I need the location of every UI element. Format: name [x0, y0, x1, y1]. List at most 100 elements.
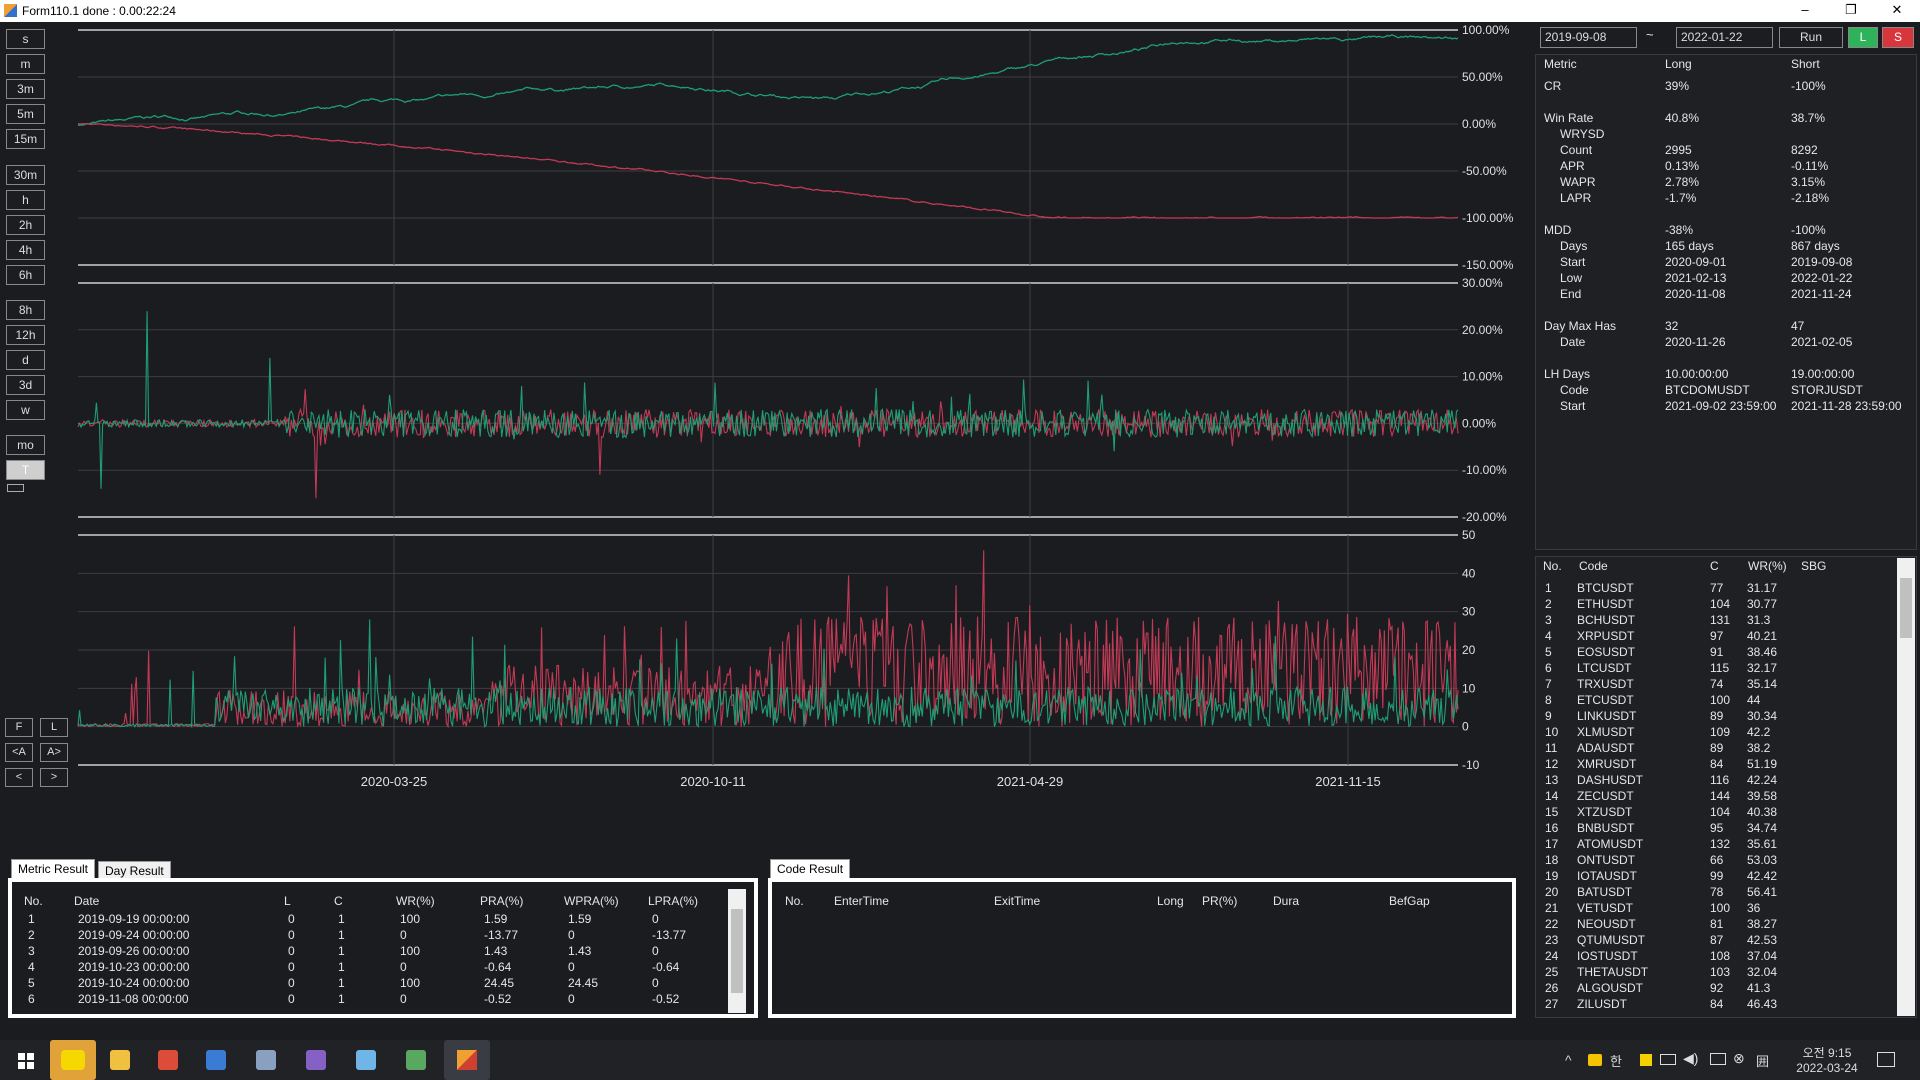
tab-metric-result[interactable]: Metric Result [11, 859, 96, 879]
code-list-row[interactable]: 18 ONTUSDT 66 53.03 [1536, 853, 1906, 869]
code-cell: 46.43 [1747, 997, 1778, 1011]
notepad-icon[interactable] [350, 1044, 382, 1076]
minimize-button[interactable]: – [1782, 0, 1828, 22]
code-list-row[interactable]: 2 ETHUSDT 104 30.77 [1536, 597, 1906, 613]
remote-desktop-icon[interactable] [200, 1044, 232, 1076]
code-cell: BNBUSDT [1577, 821, 1635, 835]
computer-icon[interactable] [250, 1044, 282, 1076]
code-cell: 42.42 [1747, 869, 1778, 883]
code-list-row[interactable]: 3 BCHUSDT 131 31.3 [1536, 613, 1906, 629]
table-cell: 2019-10-24 00:00:00 [78, 976, 190, 990]
code-list-row[interactable]: 10 XLMUSDT 109 42.2 [1536, 725, 1906, 741]
table-cell: 6 [28, 992, 35, 1006]
window-title: Form110.1 done : 0.00:22:24 [22, 4, 176, 18]
language-icon[interactable]: 囲 [1756, 1051, 1769, 1070]
table-row[interactable]: 6 2019-11-08 00:00:00 0 1 0 -0.52 0 -0.52 [12, 992, 754, 1008]
code-list-row[interactable]: 4 XRPUSDT 97 40.21 [1536, 629, 1906, 645]
code-list-row[interactable]: 9 LINKUSDT 89 30.34 [1536, 709, 1906, 725]
code-cell: ATOMUSDT [1577, 837, 1644, 851]
code-cell: LTCUSDT [1577, 661, 1632, 675]
code-list-panel[interactable]: No. Code C WR(%) SBG 1 BTCUSDT 77 31.17 2 ETHUSDT 1… [1535, 556, 1917, 1018]
table-row[interactable]: 4 2019-10-23 00:00:00 0 1 0 -0.64 0 -0.64 [12, 960, 754, 976]
code-cell: 100 [1710, 693, 1731, 707]
metric-row: Start 2021-09-02 23:59:00 2021-11-28 23:59… [1536, 399, 1916, 415]
app-icon [4, 4, 17, 17]
code-list-row[interactable]: 23 QTUMUSDT 87 42.53 [1536, 933, 1906, 949]
column-header: BefGap [1389, 894, 1430, 908]
code-list-scrollbar[interactable] [1897, 558, 1915, 1016]
column-header: No. [24, 894, 43, 908]
code-cell: 14 [1545, 789, 1559, 803]
code-list-row[interactable]: 26 ALGOUSDT 92 41.3 [1536, 981, 1906, 997]
close-button[interactable]: ✕ [1874, 0, 1920, 22]
chrome-icon[interactable] [152, 1044, 184, 1076]
code-list-row[interactable]: 13 DASHUSDT 116 42.24 [1536, 773, 1906, 789]
metric-short-value: 867 days [1791, 239, 1840, 253]
code-list-row[interactable]: 16 BNBUSDT 95 34.74 [1536, 821, 1906, 837]
table-cell: -13.77 [484, 928, 519, 942]
code-list-row[interactable]: 8 ETCUSDT 100 44 [1536, 693, 1906, 709]
battery-icon[interactable] [1660, 1054, 1676, 1065]
code-list-row[interactable]: 7 TRXUSDT 74 35.14 [1536, 677, 1906, 693]
table-row[interactable]: 1 2019-09-19 00:00:00 0 1 100 1.59 1.59 0 [12, 912, 754, 928]
notes-tray-icon[interactable] [1640, 1054, 1652, 1066]
code-list-row[interactable]: 11 ADAUSDT 89 38.2 [1536, 741, 1906, 757]
code-cell: 97 [1710, 629, 1724, 643]
status-icon[interactable]: ⊗ [1733, 1050, 1745, 1067]
code-cell: XLMUSDT [1577, 725, 1635, 739]
kakaotalk-icon[interactable] [50, 1040, 96, 1080]
end-date-input[interactable]: 2022-01-22 [1676, 27, 1773, 48]
y-tick-label: 0.00% [1462, 117, 1496, 131]
tab-code-result[interactable]: Code Result [770, 859, 851, 879]
volume-icon[interactable]: ◀) [1683, 1050, 1698, 1067]
network-icon[interactable] [1710, 1053, 1726, 1065]
code-result-grid[interactable]: No. EnterTime ExitTime Long PR(%) Dura BefGap [768, 878, 1516, 1018]
code-list-row[interactable]: 22 NEOUSDT 81 38.27 [1536, 917, 1906, 933]
code-list-row[interactable]: 5 EOSUSDT 91 38.46 [1536, 645, 1906, 661]
form-app-icon[interactable] [444, 1040, 490, 1080]
kakaotalk-tray-icon[interactable] [1588, 1054, 1602, 1066]
code-list-header-cell: No. [1543, 559, 1562, 573]
visual-studio-icon[interactable] [300, 1044, 332, 1076]
code-cell: 24 [1545, 949, 1559, 963]
code-cell: 92 [1710, 981, 1724, 995]
code-list-row[interactable]: 19 IOTAUSDT 99 42.42 [1536, 869, 1906, 885]
table-row[interactable]: 3 2019-09-26 00:00:00 0 1 100 1.43 1.43 0 [12, 944, 754, 960]
metric-result-scrollbar[interactable] [728, 889, 746, 1013]
daily-return-chart: 30.00% 20.00% 10.00% 0.00% -10.00% -20.00% [77, 276, 1507, 524]
code-list-row[interactable]: 27 ZILUSDT 84 46.43 [1536, 997, 1906, 1013]
tray-chevron-icon[interactable]: ^ [1565, 1052, 1572, 1068]
clock-date[interactable]: 2022-03-24 [1790, 1061, 1864, 1075]
y-tick-label: 10.00% [1462, 370, 1503, 384]
code-list-row[interactable]: 21 VETUSDT 100 36 [1536, 901, 1906, 917]
notification-icon[interactable] [1877, 1052, 1895, 1067]
file-explorer-icon[interactable] [104, 1044, 136, 1076]
code-list-row[interactable]: 17 ATOMUSDT 132 35.61 [1536, 837, 1906, 853]
ime-icon[interactable]: 한 [1610, 1051, 1622, 1070]
windows-start-icon[interactable] [10, 1044, 42, 1076]
code-list-row[interactable]: 15 XTZUSDT 104 40.38 [1536, 805, 1906, 821]
restore-button[interactable]: ❐ [1828, 0, 1874, 22]
short-button[interactable]: S [1882, 27, 1914, 48]
metric-result-grid[interactable]: No. Date L C WR(%) PRA(%) WPRA(%) LPRA(%) 1 2019-… [8, 878, 758, 1018]
table-row[interactable]: 5 2019-10-24 00:00:00 0 1 100 24.45 24.45 0 [12, 976, 754, 992]
code-list-row[interactable]: 6 LTCUSDT 115 32.17 [1536, 661, 1906, 677]
table-cell: 0 [400, 992, 407, 1006]
code-list-row[interactable]: 12 XMRUSDT 84 51.19 [1536, 757, 1906, 773]
code-list-row[interactable]: 1 BTCUSDT 77 31.17 [1536, 581, 1906, 597]
long-button[interactable]: L [1848, 27, 1878, 48]
metric-row: Date 2020-11-26 2021-02-05 [1536, 335, 1916, 351]
run-button[interactable]: Run [1779, 27, 1843, 48]
metric-name: Day Max Has [1544, 319, 1617, 333]
metric-long-value: -38% [1665, 223, 1694, 237]
code-list-row[interactable]: 20 BATUSDT 78 56.41 [1536, 885, 1906, 901]
code-list-row[interactable]: 24 IOSTUSDT 108 37.04 [1536, 949, 1906, 965]
table-row[interactable]: 2 2019-09-24 00:00:00 0 1 0 -13.77 0 -13.77 [12, 928, 754, 944]
charts-area[interactable]: 100.00%50.00%0.00%-50.00%-100.00%-150.00… [0, 22, 1540, 802]
code-list-row[interactable]: 14 ZECUSDT 144 39.58 [1536, 789, 1906, 805]
clock-time[interactable]: 오전 9:15 [1797, 1044, 1857, 1061]
app-icon[interactable] [400, 1044, 432, 1076]
code-list-row[interactable]: 25 THETAUSDT 103 32.04 [1536, 965, 1906, 981]
start-date-input[interactable]: 2019-09-08 [1540, 27, 1637, 48]
metric-row: Code BTCDOMUSDT STORJUSDT [1536, 383, 1916, 399]
